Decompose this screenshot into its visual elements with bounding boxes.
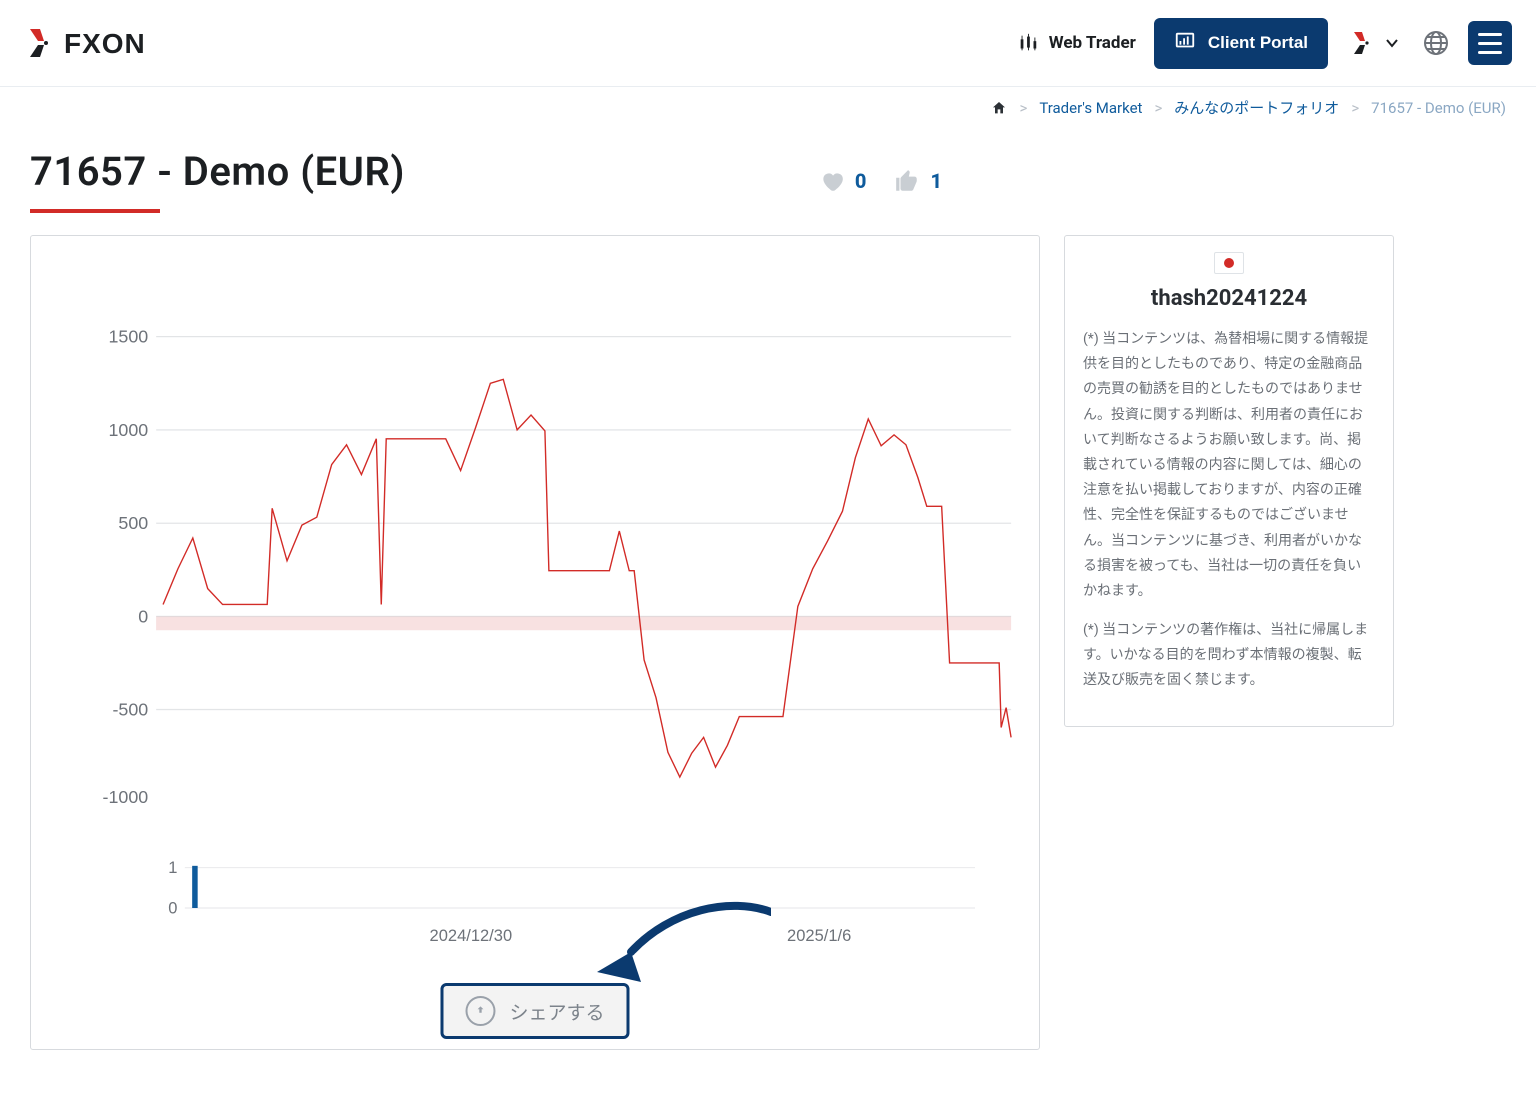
sidebar-disclaimer-2: (*) 当コンテンツの著作権は、当社に帰属します。いかなる目的を問わず本情報の複… bbox=[1083, 618, 1375, 694]
page-stats: 0 1 bbox=[819, 168, 942, 194]
svg-text:1500: 1500 bbox=[108, 327, 148, 347]
svg-text:1000: 1000 bbox=[108, 420, 148, 440]
volume-mini-chart: 1 0 2024/12/30 2025/1/6 bbox=[49, 842, 1021, 952]
client-portal-button[interactable]: Client Portal bbox=[1154, 18, 1328, 69]
chart-wrap: 1500 1000 500 0 -500 -1000 1 0 bbox=[49, 244, 1021, 952]
svg-text:-1000: -1000 bbox=[103, 787, 149, 807]
header-actions: Web Trader Client Portal bbox=[1017, 18, 1512, 69]
globe-icon[interactable] bbox=[1422, 29, 1450, 57]
page-title: 71657 - Demo (EUR) bbox=[30, 148, 405, 195]
sidebar-disclaimer-1: (*) 当コンテンツは、為替相場に関する情報提供を目的としたものであり、特定の金… bbox=[1083, 327, 1375, 604]
breadcrumb-link-2[interactable]: みんなのポートフォリオ bbox=[1174, 97, 1339, 118]
chart-card: 1500 1000 500 0 -500 -1000 1 0 bbox=[30, 235, 1040, 1050]
favorites-stat[interactable]: 0 bbox=[819, 168, 867, 194]
portal-icon bbox=[1174, 30, 1196, 57]
sidebar-username: thash20241224 bbox=[1083, 286, 1375, 311]
candles-icon bbox=[1017, 32, 1039, 54]
svg-text:2024/12/30: 2024/12/30 bbox=[430, 927, 513, 945]
favorites-count: 0 bbox=[855, 169, 867, 193]
svg-text:FXON: FXON bbox=[64, 28, 146, 59]
title-underline bbox=[30, 209, 160, 213]
heart-icon bbox=[819, 168, 845, 194]
brand-switch[interactable] bbox=[1346, 26, 1404, 60]
thumb-up-icon bbox=[894, 168, 920, 194]
brand-logo[interactable]: FXON bbox=[24, 23, 214, 63]
country-flag bbox=[1083, 252, 1375, 274]
svg-text:0: 0 bbox=[168, 900, 177, 918]
sidebar-card: thash20241224 (*) 当コンテンツは、為替相場に関する情報提供を目… bbox=[1064, 235, 1394, 727]
breadcrumb-sep: > bbox=[1351, 99, 1359, 117]
svg-text:0: 0 bbox=[138, 606, 148, 626]
breadcrumb: > Trader's Market > みんなのポートフォリオ > 71657 … bbox=[0, 87, 1536, 118]
svg-text:1: 1 bbox=[168, 859, 177, 877]
title-bar: 71657 - Demo (EUR) 0 1 bbox=[30, 148, 942, 213]
equity-line-chart: 1500 1000 500 0 -500 -1000 bbox=[49, 244, 1021, 834]
breadcrumb-sep: > bbox=[1154, 99, 1162, 117]
share-label: シェアする bbox=[509, 998, 604, 1025]
web-trader-link[interactable]: Web Trader bbox=[1017, 32, 1136, 54]
menu-button[interactable] bbox=[1468, 21, 1512, 65]
app-header: FXON Web Trader Client Po bbox=[0, 0, 1536, 87]
share-icon bbox=[465, 996, 495, 1026]
likes-count: 1 bbox=[930, 169, 942, 193]
share-button[interactable]: シェアする bbox=[440, 983, 629, 1039]
svg-text:500: 500 bbox=[118, 513, 148, 533]
content: 1500 1000 500 0 -500 -1000 1 0 bbox=[30, 235, 1506, 1050]
web-trader-label: Web Trader bbox=[1049, 33, 1136, 53]
breadcrumb-current: 71657 - Demo (EUR) bbox=[1371, 99, 1506, 117]
breadcrumb-link-1[interactable]: Trader's Market bbox=[1039, 99, 1142, 117]
svg-text:2025/1/6: 2025/1/6 bbox=[787, 927, 851, 945]
page: 71657 - Demo (EUR) 0 1 bbox=[0, 118, 1536, 1050]
breadcrumb-sep: > bbox=[1019, 99, 1027, 117]
home-icon[interactable] bbox=[991, 100, 1007, 116]
svg-text:-500: -500 bbox=[112, 700, 148, 720]
client-portal-label: Client Portal bbox=[1208, 33, 1308, 53]
likes-stat[interactable]: 1 bbox=[894, 168, 942, 194]
chevron-down-icon bbox=[1384, 35, 1400, 51]
